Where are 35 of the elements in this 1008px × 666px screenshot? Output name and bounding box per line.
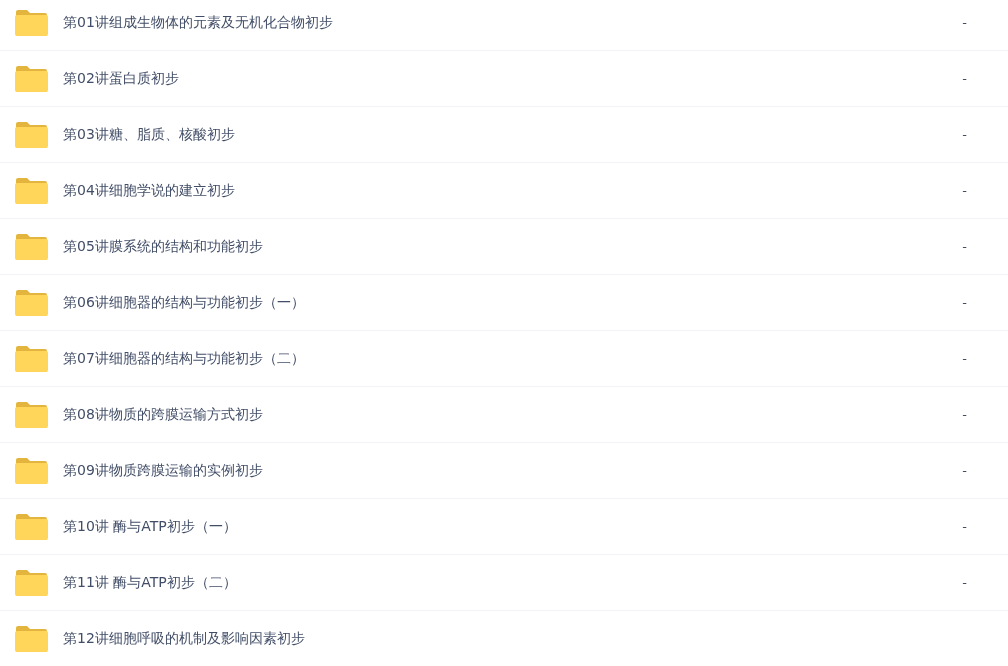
folder-icon <box>15 9 48 36</box>
file-size: - <box>961 575 968 590</box>
folder-icon <box>15 457 48 484</box>
folder-name[interactable]: 第12讲细胞呼吸的机制及影响因素初步 <box>63 629 1008 648</box>
file-size: - <box>961 127 968 142</box>
folder-name[interactable]: 第09讲物质跨膜运输的实例初步 <box>63 461 923 480</box>
folder-name[interactable]: 第11讲 酶与ATP初步（二） <box>63 573 923 592</box>
file-size: - <box>961 183 968 198</box>
file-size: - <box>961 463 968 478</box>
file-size: - <box>961 239 968 254</box>
folder-name[interactable]: 第06讲细胞器的结构与功能初步（一） <box>63 293 923 312</box>
folder-name[interactable]: 第05讲膜系统的结构和功能初步 <box>63 237 923 256</box>
folder-icon <box>15 569 48 596</box>
folder-name[interactable]: 第07讲细胞器的结构与功能初步（二） <box>63 349 923 368</box>
file-size: - <box>961 71 968 86</box>
folder-icon <box>15 401 48 428</box>
folder-name[interactable]: 第03讲糖、脂质、核酸初步 <box>63 125 923 144</box>
folder-icon <box>15 177 48 204</box>
folder-icon <box>15 345 48 372</box>
folder-name[interactable]: 第08讲物质的跨膜运输方式初步 <box>63 405 923 424</box>
folder-icon <box>15 625 48 652</box>
file-size: - <box>961 407 968 422</box>
folder-icon <box>15 121 48 148</box>
folder-name[interactable]: 第02讲蛋白质初步 <box>63 69 923 88</box>
folder-icon <box>15 289 48 316</box>
file-size: - <box>961 15 968 30</box>
file-size: - <box>961 295 968 310</box>
folder-icon <box>15 233 48 260</box>
file-size: - <box>961 519 968 534</box>
folder-name[interactable]: 第01讲组成生物体的元素及无机化合物初步 <box>63 13 923 32</box>
folder-icon <box>15 65 48 92</box>
folder-name[interactable]: 第04讲细胞学说的建立初步 <box>63 181 923 200</box>
file-size: - <box>961 351 968 366</box>
folder-icon <box>15 513 48 540</box>
folder-name[interactable]: 第10讲 酶与ATP初步（一） <box>63 517 923 536</box>
